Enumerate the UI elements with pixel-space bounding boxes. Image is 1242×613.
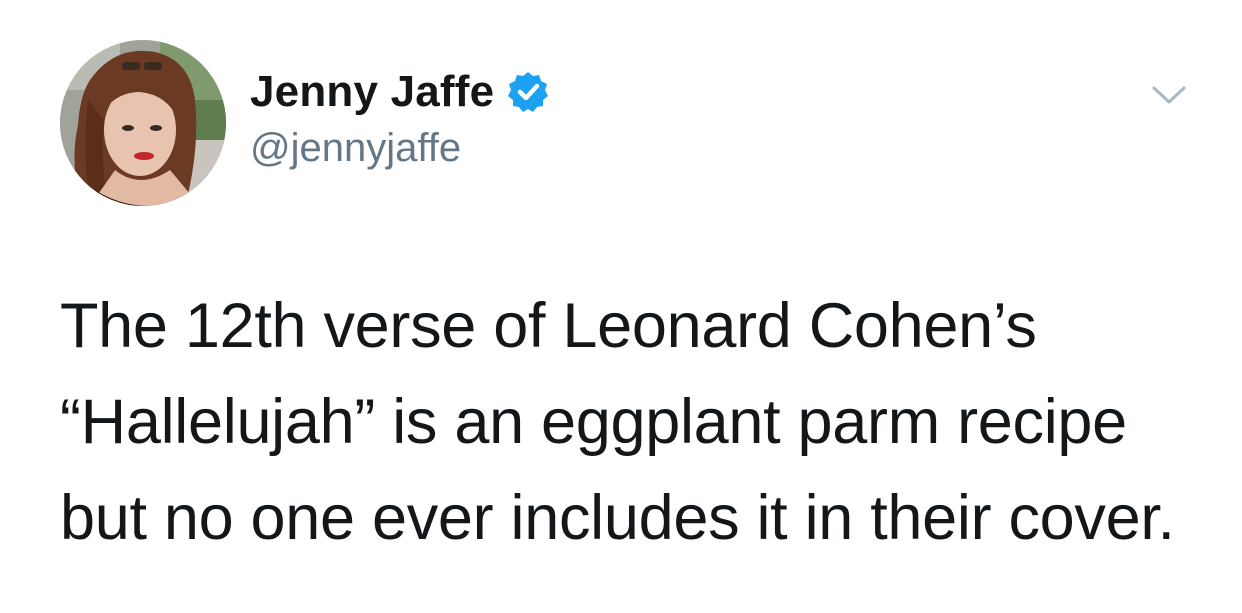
tweet-text-line: “Hallelujah” is an eggplant parm recipe <box>60 387 1127 457</box>
verified-badge-icon <box>506 70 550 114</box>
tweet-text-line: but no one ever includes it in their cov… <box>60 483 1175 553</box>
avatar-photo <box>60 40 226 206</box>
author-display-name[interactable]: Jenny Jaffe <box>250 67 494 117</box>
author-name-row: Jenny Jaffe <box>250 66 550 118</box>
tweet-text-line: The 12th verse of Leonard Cohen’s <box>60 291 1037 361</box>
tweet-card: Jenny Jaffe @jennyjaffe The 12th verse o… <box>0 0 1242 613</box>
avatar[interactable] <box>60 40 226 206</box>
tweet-text: The 12th verse of Leonard Cohen’s “Halle… <box>60 278 1210 566</box>
chevron-down-icon[interactable] <box>1150 80 1188 110</box>
author-handle[interactable]: @jennyjaffe <box>250 126 461 171</box>
